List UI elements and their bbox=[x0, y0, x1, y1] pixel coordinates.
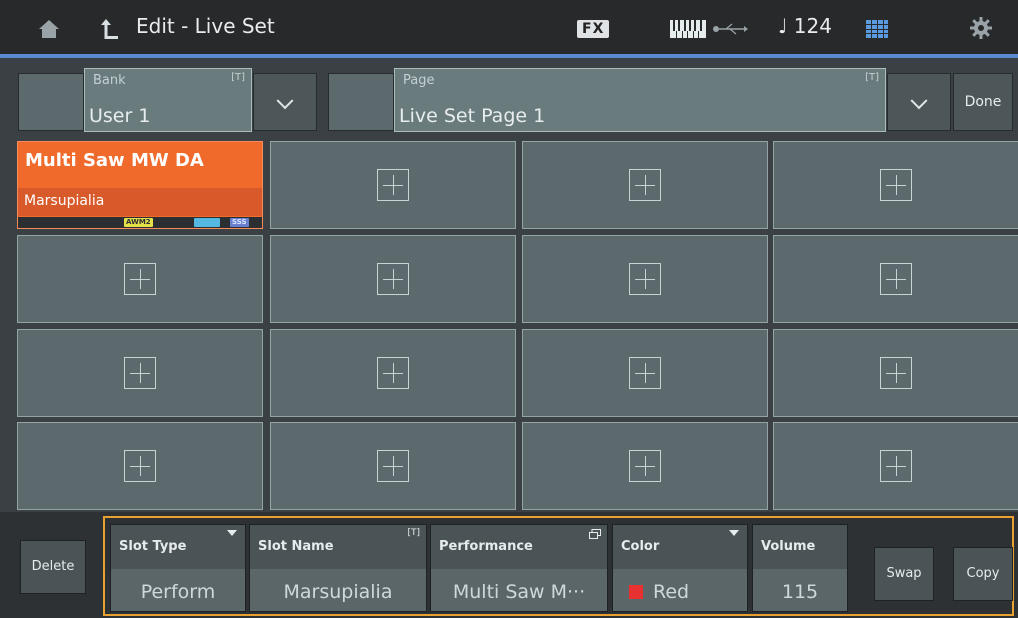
live-set-slot-1[interactable]: Multi Saw MW DA Marsupialia AWM2 SSS bbox=[17, 141, 263, 229]
volume-value: 115 bbox=[781, 581, 819, 603]
live-set-slot-empty[interactable] bbox=[17, 422, 263, 510]
bank-dropdown-button[interactable] bbox=[253, 73, 317, 131]
live-set-grid-icon[interactable] bbox=[866, 20, 888, 38]
top-bar: Edit - Live Set FX ♩ 124 bbox=[0, 0, 1018, 58]
keyboard-icon bbox=[670, 20, 706, 38]
sss-tag: SSS bbox=[230, 218, 249, 227]
volume-label: Volume bbox=[761, 539, 816, 554]
add-icon bbox=[124, 263, 156, 295]
swap-button[interactable]: Swap bbox=[874, 547, 934, 601]
header-accent-line bbox=[0, 54, 1018, 58]
live-set-slot-empty[interactable] bbox=[270, 235, 516, 323]
text-input-icon: [T] bbox=[407, 528, 420, 538]
slot-tag-strip: AWM2 SSS bbox=[18, 217, 262, 228]
volume-header: Volume bbox=[753, 525, 847, 569]
slot-name-value: Marsupialia bbox=[283, 581, 393, 603]
live-set-slot-empty[interactable] bbox=[773, 422, 1018, 510]
page-value: Live Set Page 1 bbox=[399, 105, 546, 127]
tempo-display[interactable]: ♩ 124 bbox=[778, 14, 832, 38]
slot-name-bar: Marsupialia bbox=[18, 188, 262, 216]
bank-value: User 1 bbox=[89, 105, 151, 127]
slot-name-param[interactable]: Slot Name [T] Marsupialia bbox=[249, 524, 427, 612]
back-up-icon[interactable] bbox=[100, 17, 120, 41]
live-set-slot-empty[interactable] bbox=[270, 329, 516, 417]
delete-button[interactable]: Delete bbox=[20, 540, 86, 594]
page-side-button[interactable] bbox=[328, 73, 394, 131]
chevron-down-icon bbox=[910, 92, 928, 110]
bank-field[interactable]: Bank [T] User 1 bbox=[84, 68, 252, 132]
popup-window-icon bbox=[589, 529, 601, 539]
live-set-slot-empty[interactable] bbox=[522, 235, 768, 323]
dropdown-triangle-icon bbox=[729, 530, 739, 536]
slot-name-label: Slot Name bbox=[258, 539, 334, 554]
slot-performance-name: Multi Saw MW DA bbox=[25, 150, 204, 171]
text-input-icon: [T] bbox=[865, 72, 879, 83]
color-param[interactable]: Color Red bbox=[612, 524, 748, 612]
usb-icon bbox=[713, 23, 748, 35]
slot-type-header: Slot Type bbox=[111, 525, 245, 569]
live-set-slot-empty[interactable] bbox=[522, 422, 768, 510]
add-icon bbox=[629, 450, 661, 482]
performance-param[interactable]: Performance Multi Saw M··· bbox=[430, 524, 608, 612]
live-set-slot-empty[interactable] bbox=[773, 329, 1018, 417]
add-icon bbox=[124, 357, 156, 389]
text-input-icon: [T] bbox=[231, 72, 245, 83]
color-value-row: Red bbox=[613, 581, 747, 603]
chevron-down-icon bbox=[276, 92, 294, 110]
page-dropdown-button[interactable] bbox=[887, 73, 951, 131]
performance-header: Performance bbox=[431, 525, 607, 569]
slot-type-label: Slot Type bbox=[119, 539, 187, 554]
gear-icon[interactable] bbox=[970, 17, 992, 39]
page-label: Page bbox=[403, 73, 435, 88]
slot-type-param[interactable]: Slot Type Perform bbox=[110, 524, 246, 612]
performance-value: Multi Saw M··· bbox=[452, 581, 586, 603]
awm2-tag: AWM2 bbox=[124, 218, 153, 227]
color-value: Red bbox=[653, 581, 690, 603]
color-header: Color bbox=[613, 525, 747, 569]
add-icon bbox=[377, 450, 409, 482]
performance-label: Performance bbox=[439, 539, 533, 554]
live-set-slot-empty[interactable] bbox=[270, 422, 516, 510]
home-icon[interactable] bbox=[38, 18, 60, 40]
add-icon bbox=[629, 169, 661, 201]
slot-type-value: Perform bbox=[140, 581, 216, 603]
dropdown-triangle-icon bbox=[227, 530, 237, 536]
bank-side-button[interactable] bbox=[18, 73, 84, 131]
color-swatch bbox=[629, 585, 643, 599]
live-set-slot-empty[interactable] bbox=[270, 141, 516, 229]
add-icon bbox=[629, 357, 661, 389]
live-set-slot-empty[interactable] bbox=[17, 329, 263, 417]
add-icon bbox=[124, 450, 156, 482]
done-button[interactable]: Done bbox=[953, 73, 1013, 131]
add-icon bbox=[377, 357, 409, 389]
slot-name-header: Slot Name [T] bbox=[250, 525, 426, 569]
page-title: Edit - Live Set bbox=[136, 14, 275, 38]
live-set-slot-empty[interactable] bbox=[522, 141, 768, 229]
part-indicator-icon bbox=[194, 218, 220, 227]
fx-indicator[interactable]: FX bbox=[577, 20, 610, 38]
page-field[interactable]: Page [T] Live Set Page 1 bbox=[394, 68, 886, 132]
add-icon bbox=[377, 263, 409, 295]
add-icon bbox=[377, 169, 409, 201]
add-icon bbox=[880, 450, 912, 482]
slot-name: Marsupialia bbox=[24, 193, 105, 209]
copy-button[interactable]: Copy bbox=[953, 547, 1013, 601]
bank-label: Bank bbox=[93, 73, 126, 88]
live-set-slot-empty[interactable] bbox=[522, 329, 768, 417]
add-icon bbox=[880, 263, 912, 295]
live-set-slot-empty[interactable] bbox=[773, 141, 1018, 229]
volume-param[interactable]: Volume 115 bbox=[752, 524, 848, 612]
add-icon bbox=[880, 357, 912, 389]
live-set-slot-empty[interactable] bbox=[17, 235, 263, 323]
add-icon bbox=[629, 263, 661, 295]
add-icon bbox=[880, 169, 912, 201]
color-label: Color bbox=[621, 539, 660, 554]
live-set-slot-empty[interactable] bbox=[773, 235, 1018, 323]
